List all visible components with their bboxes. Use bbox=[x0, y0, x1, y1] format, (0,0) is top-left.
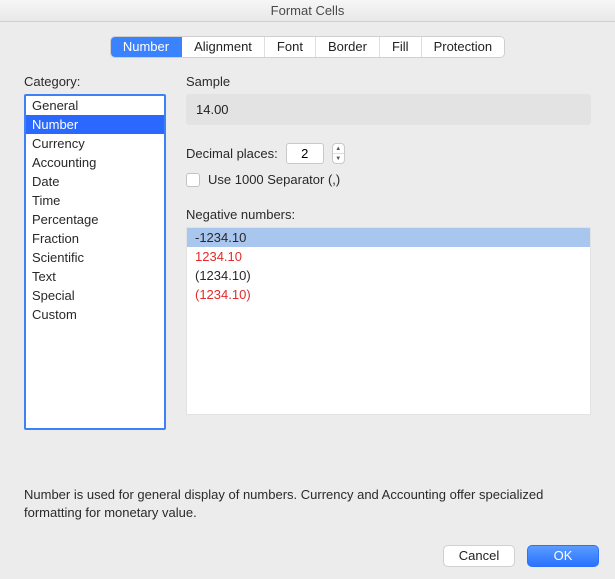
stepper-up-icon[interactable]: ▲ bbox=[333, 144, 344, 154]
tab-alignment[interactable]: Alignment bbox=[182, 37, 265, 57]
category-item-percentage[interactable]: Percentage bbox=[26, 210, 164, 229]
thousand-separator-checkbox[interactable] bbox=[186, 173, 200, 187]
ok-button[interactable]: OK bbox=[527, 545, 599, 567]
category-item-fraction[interactable]: Fraction bbox=[26, 229, 164, 248]
category-item-scientific[interactable]: Scientific bbox=[26, 248, 164, 267]
negative-format-item[interactable]: (1234.10) bbox=[187, 285, 590, 304]
negative-numbers-list[interactable]: -1234.101234.10(1234.10)(1234.10) bbox=[186, 227, 591, 415]
category-item-general[interactable]: General bbox=[26, 96, 164, 115]
category-list[interactable]: GeneralNumberCurrencyAccountingDateTimeP… bbox=[24, 94, 166, 430]
tab-bar: NumberAlignmentFontBorderFillProtection bbox=[0, 36, 615, 58]
cancel-button[interactable]: Cancel bbox=[443, 545, 515, 567]
category-description: Number is used for general display of nu… bbox=[24, 486, 591, 521]
tab-number[interactable]: Number bbox=[111, 37, 182, 57]
category-item-special[interactable]: Special bbox=[26, 286, 164, 305]
negative-format-item[interactable]: 1234.10 bbox=[187, 247, 590, 266]
format-cells-dialog: Format Cells NumberAlignmentFontBorderFi… bbox=[0, 0, 615, 579]
negative-format-item[interactable]: (1234.10) bbox=[187, 266, 590, 285]
window-title: Format Cells bbox=[0, 0, 615, 22]
category-item-number[interactable]: Number bbox=[26, 115, 164, 134]
sample-label: Sample bbox=[186, 74, 591, 89]
tab-font[interactable]: Font bbox=[265, 37, 316, 57]
tab-border[interactable]: Border bbox=[316, 37, 380, 57]
category-label: Category: bbox=[24, 74, 166, 89]
sample-value: 14.00 bbox=[186, 94, 591, 125]
category-item-time[interactable]: Time bbox=[26, 191, 164, 210]
negative-numbers-label: Negative numbers: bbox=[186, 207, 591, 222]
category-item-custom[interactable]: Custom bbox=[26, 305, 164, 324]
decimal-places-label: Decimal places: bbox=[186, 146, 278, 161]
category-item-date[interactable]: Date bbox=[26, 172, 164, 191]
tab-fill[interactable]: Fill bbox=[380, 37, 422, 57]
category-item-currency[interactable]: Currency bbox=[26, 134, 164, 153]
negative-format-item[interactable]: -1234.10 bbox=[187, 228, 590, 247]
thousand-separator-label: Use 1000 Separator (,) bbox=[208, 172, 340, 187]
decimal-places-input[interactable] bbox=[286, 143, 324, 164]
tab-protection[interactable]: Protection bbox=[422, 37, 505, 57]
stepper-down-icon[interactable]: ▼ bbox=[333, 154, 344, 163]
decimal-places-stepper[interactable]: ▲ ▼ bbox=[332, 143, 345, 164]
category-item-text[interactable]: Text bbox=[26, 267, 164, 286]
category-item-accounting[interactable]: Accounting bbox=[26, 153, 164, 172]
